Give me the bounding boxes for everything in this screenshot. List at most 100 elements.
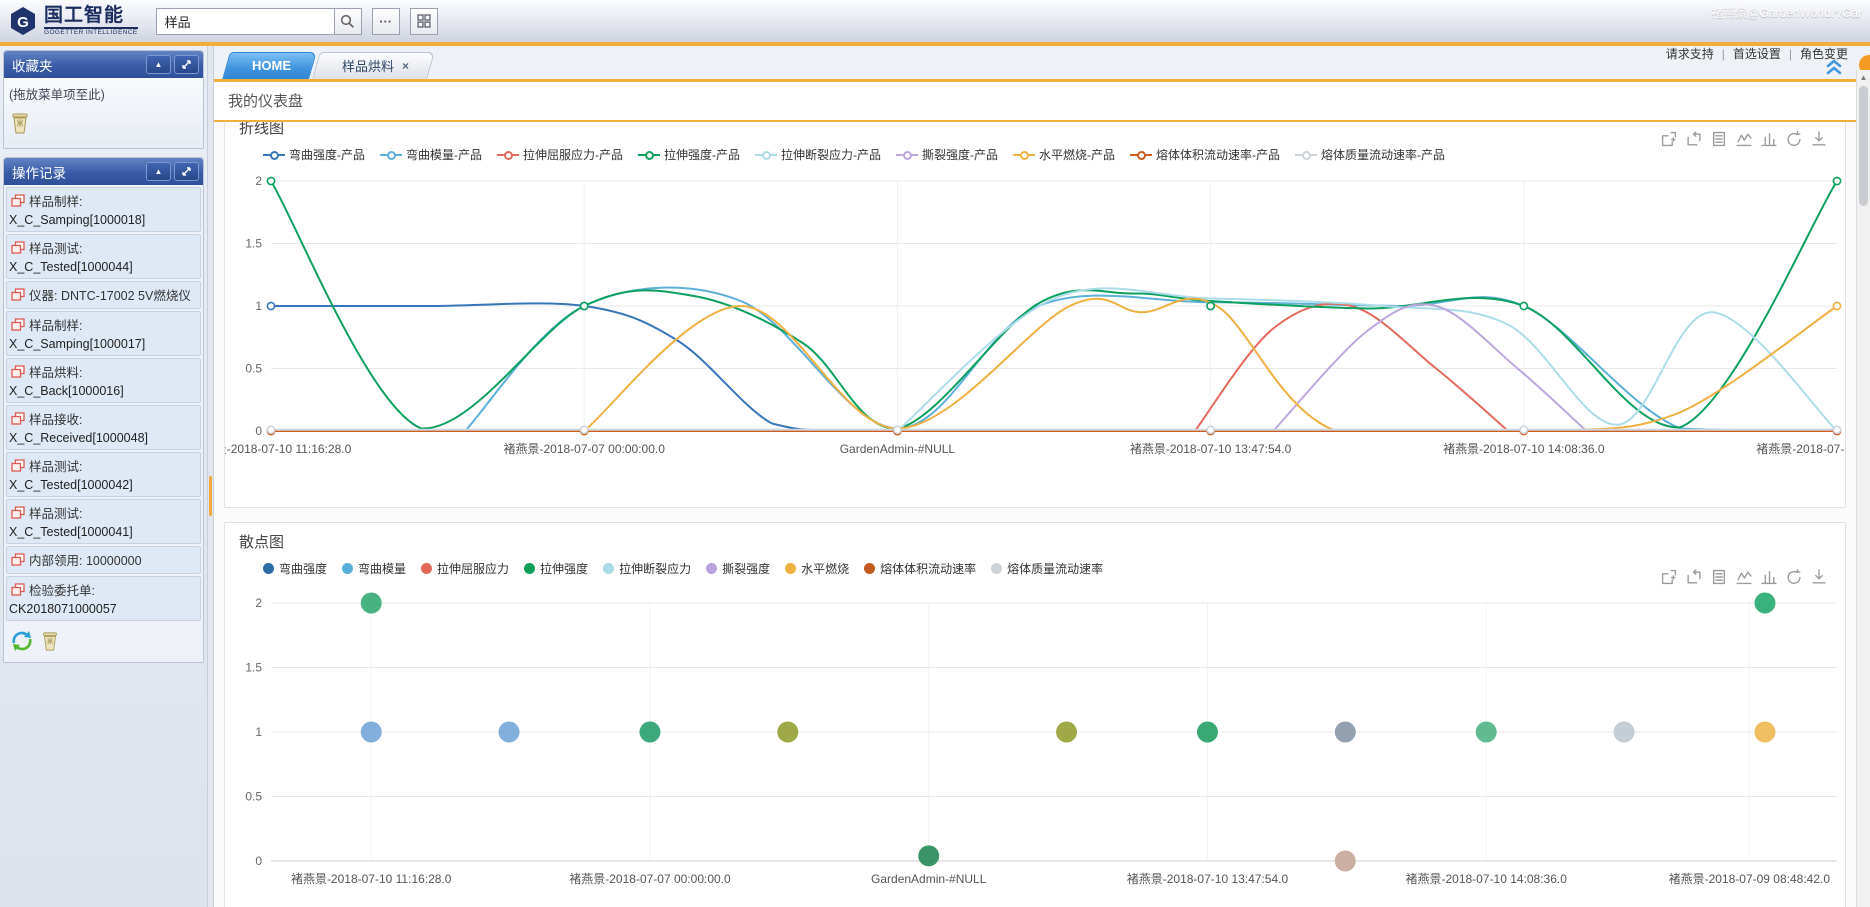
scatter-point[interactable]: [1056, 722, 1077, 743]
list-item[interactable]: 样品测试:X_C_Tested[1000041]: [6, 499, 201, 544]
scatter-point[interactable]: [1476, 722, 1497, 743]
legend-item[interactable]: 拉伸屈服应力-产品: [497, 146, 623, 163]
legend-item[interactable]: 水平燃烧: [785, 560, 849, 577]
line-chart-icon[interactable]: [1736, 569, 1752, 585]
legend-item[interactable]: 熔体质量流动速率-产品: [1295, 146, 1445, 163]
legend-item[interactable]: 弯曲强度-产品: [263, 146, 365, 163]
scatter-point[interactable]: [1614, 722, 1635, 743]
legend-item[interactable]: 拉伸强度-产品: [638, 146, 740, 163]
legend-label: 拉伸断裂应力: [619, 560, 691, 577]
scatter-point[interactable]: [777, 722, 798, 743]
list-item[interactable]: 仪器: DNTC-17002 5V燃烧仪: [6, 281, 201, 309]
close-tab-icon[interactable]: ×: [402, 59, 409, 73]
data-view-icon[interactable]: [1711, 569, 1727, 585]
legend-item[interactable]: 拉伸断裂应力: [603, 560, 691, 577]
save-image-icon[interactable]: [1811, 131, 1827, 147]
preference-link[interactable]: 首选设置: [1725, 47, 1789, 61]
window-list-button[interactable]: [410, 8, 438, 35]
scatter-point[interactable]: [361, 593, 382, 614]
expand-operations-button[interactable]: [174, 162, 199, 181]
scatter-point[interactable]: [1754, 593, 1775, 614]
legend-item[interactable]: 熔体体积流动速率: [864, 560, 976, 577]
record-label: 样品测试:: [29, 456, 82, 475]
legend-label: 熔体体积流动速率-产品: [1156, 146, 1280, 163]
window-restore-icon: [11, 318, 25, 331]
main-area: HOME 样品烘料 × 我的仪表盘 折线图 弯曲强度-产品弯曲模量-产品拉伸屈服…: [214, 46, 1856, 907]
line-chart-icon[interactable]: [1736, 131, 1752, 147]
tab-home[interactable]: HOME: [226, 52, 313, 79]
window-restore-icon: [11, 412, 25, 425]
list-item[interactable]: 内部领用: 10000000: [6, 546, 201, 574]
legend-item[interactable]: 熔体质量流动速率: [991, 560, 1103, 577]
legend-item[interactable]: 撕裂强度-产品: [896, 146, 998, 163]
scatter-point[interactable]: [499, 722, 520, 743]
tab-sample-baking[interactable]: 样品烘料 ×: [316, 52, 431, 79]
tab-home-label: HOME: [252, 58, 291, 73]
support-link[interactable]: 请求支持: [1658, 47, 1722, 61]
legend-label: 撕裂强度-产品: [922, 146, 998, 163]
search-button[interactable]: [334, 8, 362, 35]
search-input[interactable]: [156, 8, 334, 35]
scatter-series-icon: [263, 563, 274, 574]
save-image-icon[interactable]: [1811, 569, 1827, 585]
restore-icon[interactable]: [1786, 131, 1802, 147]
refresh-log-icon[interactable]: [10, 629, 34, 658]
legend-label: 弯曲模量: [358, 560, 406, 577]
expand-icon: [181, 59, 192, 70]
zoom-reset-icon[interactable]: [1686, 569, 1702, 585]
line-series-icon: [497, 150, 519, 160]
area-zoom-icon[interactable]: [1661, 131, 1677, 147]
list-item[interactable]: 样品制样:X_C_Samping[1000018]: [6, 187, 201, 232]
restore-icon[interactable]: [1786, 569, 1802, 585]
list-item[interactable]: 样品烘料:X_C_Back[1000016]: [6, 358, 201, 403]
scatter-point[interactable]: [361, 722, 382, 743]
legend-item[interactable]: 弯曲强度: [263, 560, 327, 577]
legend-item[interactable]: 拉伸屈服应力: [421, 560, 509, 577]
list-item[interactable]: 样品接收:X_C_Received[1000048]: [6, 405, 201, 450]
vertical-scrollbar[interactable]: ▲: [1856, 70, 1870, 907]
scatter-point[interactable]: [639, 722, 660, 743]
data-point-marker: [1833, 426, 1840, 433]
legend-item[interactable]: 拉伸强度: [524, 560, 588, 577]
record-label: 样品测试:: [29, 503, 82, 522]
scroll-up-arrow[interactable]: ▲: [1857, 70, 1870, 85]
collapse-panel-button[interactable]: [1824, 57, 1844, 80]
zoom-reset-icon[interactable]: [1686, 131, 1702, 147]
data-point-marker: [581, 426, 588, 433]
window-restore-icon: [11, 194, 25, 207]
splitter-grip[interactable]: [209, 476, 212, 516]
scroll-thumb[interactable]: [1859, 86, 1868, 206]
list-item[interactable]: 检验委托单:CK2018071000057: [6, 576, 201, 621]
legend-label: 水平燃烧-产品: [1039, 146, 1115, 163]
sidebar-splitter[interactable]: [207, 46, 214, 907]
data-view-icon[interactable]: [1711, 131, 1727, 147]
scatter-point[interactable]: [1335, 851, 1356, 872]
list-item[interactable]: 样品测试:X_C_Tested[1000042]: [6, 452, 201, 497]
legend-item[interactable]: 拉伸断裂应力-产品: [755, 146, 881, 163]
scatter-point[interactable]: [918, 845, 939, 866]
legend-item[interactable]: 水平燃烧-产品: [1013, 146, 1115, 163]
legend-item[interactable]: 弯曲模量-产品: [380, 146, 482, 163]
line-series-icon: [263, 150, 285, 160]
scatter-point[interactable]: [1197, 722, 1218, 743]
collapse-favorites-button[interactable]: ▲: [146, 55, 171, 74]
list-item[interactable]: 样品制样:X_C_Samping[1000017]: [6, 311, 201, 356]
bar-chart-icon[interactable]: [1761, 569, 1777, 585]
bar-chart-icon[interactable]: [1761, 131, 1777, 147]
more-options-button[interactable]: ···: [372, 8, 400, 35]
logged-in-user: 褚燕景@GardenWorld.*/Gar: [1711, 4, 1862, 21]
scatter-point[interactable]: [1335, 722, 1356, 743]
scatter-point[interactable]: [1754, 722, 1775, 743]
legend-item[interactable]: 熔体体积流动速率-产品: [1130, 146, 1280, 163]
legend-item[interactable]: 弯曲模量: [342, 560, 406, 577]
legend-label: 弯曲模量-产品: [406, 146, 482, 163]
legend-item[interactable]: 撕裂强度: [706, 560, 770, 577]
collapse-operations-button[interactable]: ▲: [146, 162, 171, 181]
clear-log-bin-icon[interactable]: [40, 630, 60, 657]
area-zoom-icon[interactable]: [1661, 569, 1677, 585]
expand-icon: [181, 166, 192, 177]
list-item[interactable]: 样品测试:X_C_Tested[1000044]: [6, 234, 201, 279]
expand-favorites-button[interactable]: [174, 55, 199, 74]
window-restore-icon: [11, 459, 25, 472]
trash-bin-icon[interactable]: [9, 111, 31, 140]
